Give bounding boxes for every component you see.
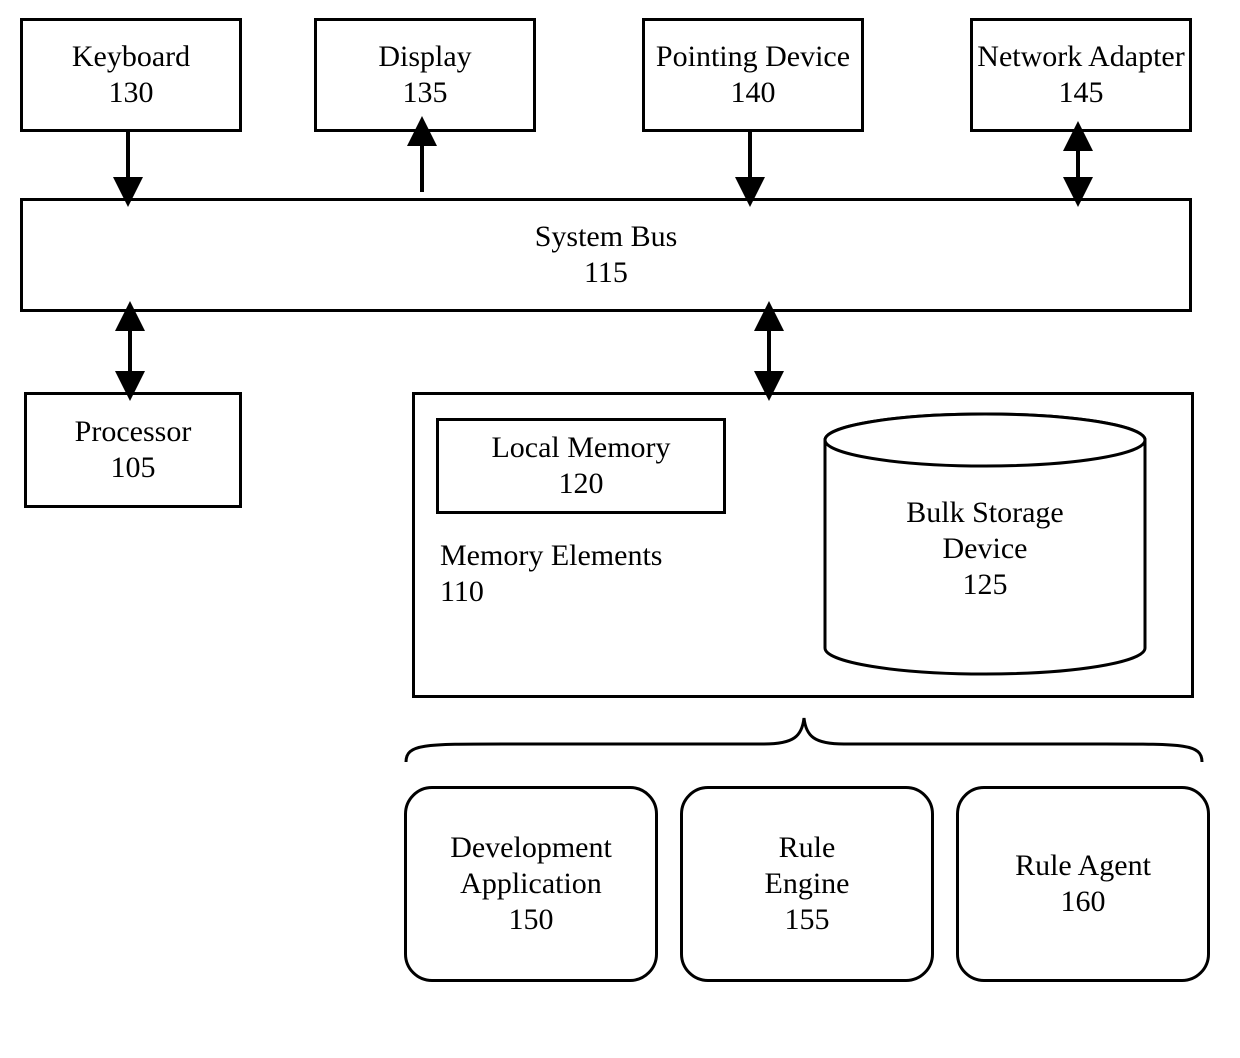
rule-agent-box: Rule Agent 160 [956,786,1210,982]
brace-icon [404,714,1204,766]
dev-num: 150 [509,902,554,938]
bulk-storage-label-group: Bulk Storage Device 125 [820,495,1150,603]
processor-label: Processor [75,414,192,450]
display-box: Display 135 [314,18,536,132]
network-box: Network Adapter 145 [970,18,1192,132]
local-memory-label: Local Memory [491,430,670,466]
engine-line2: Engine [765,866,850,902]
engine-num: 155 [785,902,830,938]
display-num: 135 [403,75,448,111]
pointing-box: Pointing Device 140 [642,18,864,132]
bulk-num: 125 [820,567,1150,603]
local-memory-num: 120 [559,466,604,502]
agent-label: Rule Agent [1015,848,1151,884]
system-bus-box: System Bus 115 [20,198,1192,312]
rule-engine-box: Rule Engine 155 [680,786,934,982]
keyboard-label: Keyboard [72,39,190,75]
dev-app-box: Development Application 150 [404,786,658,982]
keyboard-box: Keyboard 130 [20,18,242,132]
network-num: 145 [1059,75,1104,111]
pointing-label: Pointing Device [656,39,850,75]
dev-line2: Application [460,866,602,902]
keyboard-num: 130 [109,75,154,111]
agent-num: 160 [1061,884,1106,920]
memory-elements-label: Memory Elements 110 [440,538,662,610]
pointing-num: 140 [731,75,776,111]
bulk-line2: Device [820,531,1150,567]
local-memory-box: Local Memory 120 [436,418,726,514]
processor-box: Processor 105 [24,392,242,508]
processor-num: 105 [111,450,156,486]
network-label: Network Adapter [977,39,1184,75]
engine-line1: Rule [779,830,836,866]
dev-line1: Development [450,830,612,866]
display-label: Display [378,39,471,75]
system-bus-num: 115 [584,255,628,291]
system-bus-label: System Bus [535,219,678,255]
bulk-line1: Bulk Storage [820,495,1150,531]
